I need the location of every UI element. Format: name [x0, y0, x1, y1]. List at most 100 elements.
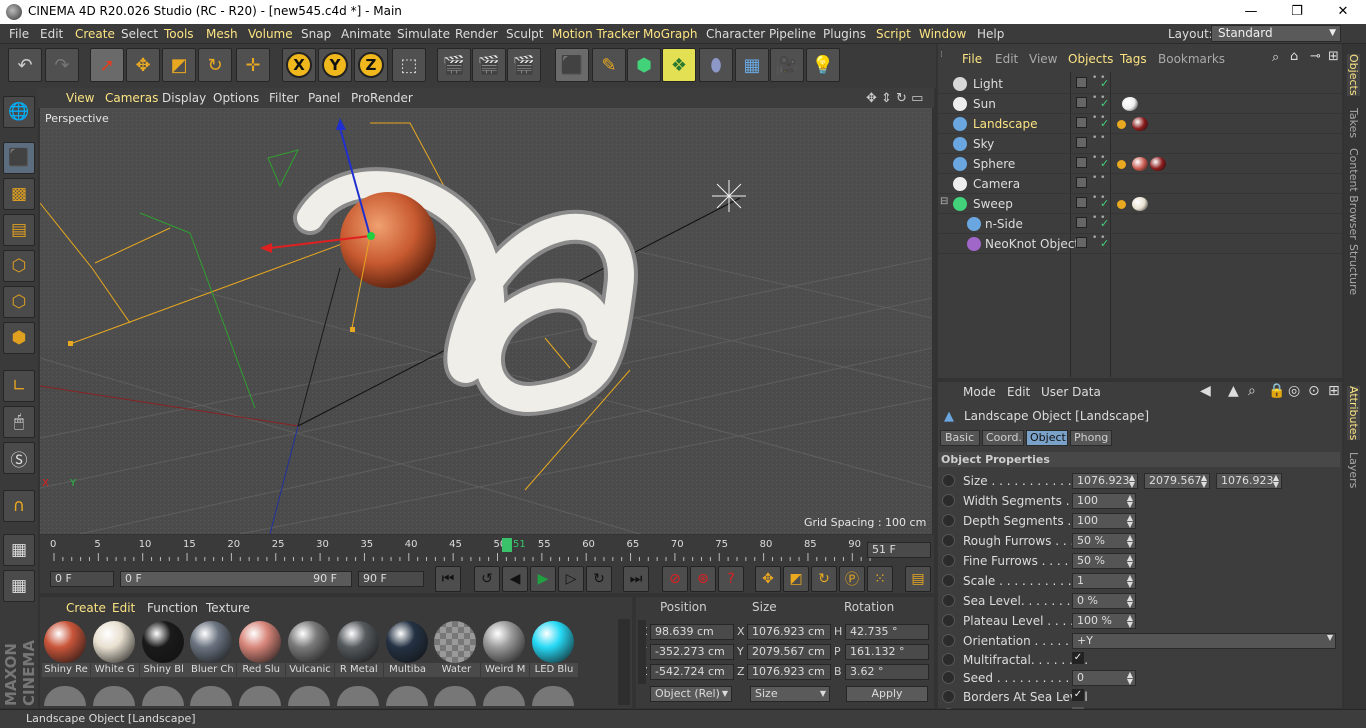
attr-value-field[interactable]: 100 % ▲ ▼ [1072, 613, 1136, 629]
edges-mode-button[interactable]: ⬡ [3, 286, 35, 318]
menu-window[interactable]: Window [919, 27, 966, 41]
material-swatch[interactable]: Weird M [481, 620, 530, 682]
enabled-check-icon[interactable]: ✓ [1100, 197, 1109, 210]
up-arrow-icon[interactable]: ▲ [1228, 383, 1239, 399]
record-active-button[interactable]: ⊘ [662, 566, 688, 592]
start-frame-field[interactable]: 0 F [50, 571, 114, 587]
material-tag-icon[interactable] [1122, 97, 1138, 111]
model-mode-button[interactable]: ⬛ [3, 142, 35, 174]
animation-radio[interactable] [942, 514, 955, 527]
material-scrollbar[interactable] [618, 619, 630, 705]
live-select-button[interactable]: ➚ [90, 48, 124, 82]
side-tab-layers[interactable]: Layers [1347, 452, 1360, 488]
object-menu-view[interactable]: View [1029, 52, 1057, 66]
record-rotation-button[interactable]: ↻ [811, 566, 837, 592]
stepper-arrows-icon[interactable]: ▲ ▼ [1127, 594, 1133, 609]
viewport[interactable]: X Y [40, 108, 932, 534]
size-x-field[interactable]: 1076.923 ▲ ▼ [1072, 473, 1138, 489]
menu-pipeline[interactable]: Pipeline [769, 27, 816, 41]
tab-object[interactable]: Object [1026, 430, 1068, 446]
enabled-check-icon[interactable]: ✓ [1100, 117, 1109, 130]
animation-radio[interactable] [942, 534, 955, 547]
history-icon[interactable]: ⊙ [1308, 383, 1320, 399]
search-icon[interactable]: ⌕ [1272, 50, 1279, 65]
layer-toggle[interactable] [1076, 237, 1087, 248]
side-tab-content-browser[interactable]: Content Browser [1347, 148, 1360, 240]
object-row[interactable]: Sky • • [938, 134, 1342, 154]
keyframe-selection-button[interactable]: ? [718, 566, 744, 592]
attr-value-field[interactable]: 100 ▲ ▼ [1072, 493, 1136, 509]
enabled-check-icon[interactable]: ✓ [1100, 237, 1109, 250]
orientation-select[interactable]: +Y ▼ [1072, 633, 1336, 649]
viewport-menu-filter[interactable]: Filter [269, 91, 299, 105]
menu-tools[interactable]: Tools [164, 27, 194, 41]
deformer-button[interactable]: ⬮ [699, 48, 733, 82]
workplane-grid-button[interactable]: ▦ [3, 570, 35, 602]
object-row[interactable]: NeoKnot Object • • ✓ [938, 234, 1342, 254]
undo-button[interactable]: ↶ [8, 48, 42, 82]
floor-button[interactable]: ▦ [735, 48, 769, 82]
menu-volume[interactable]: Volume [248, 27, 293, 41]
coordinate-system-button[interactable]: ⬚ [392, 48, 426, 82]
phong-tag-icon[interactable] [1117, 120, 1126, 129]
axis-mode-button[interactable]: ∟ [3, 370, 35, 402]
material-swatch[interactable]: Red Slu [237, 620, 286, 682]
object-menu-tags[interactable]: Tags [1120, 52, 1147, 66]
y-axis-button[interactable]: Y [318, 48, 352, 82]
layer-toggle[interactable] [1076, 77, 1087, 88]
next-frame-button[interactable]: ▷ [558, 566, 584, 592]
workplane-button[interactable]: ▤ [3, 214, 35, 246]
close-button[interactable]: ✕ [1320, 0, 1366, 24]
coord-rotation-field[interactable]: 42.735 ° [845, 624, 929, 640]
light-button[interactable]: 💡 [806, 48, 840, 82]
menu-edit[interactable]: Edit [40, 27, 63, 41]
texture-mode-button[interactable]: ▩ [3, 178, 35, 210]
record-parameter-button[interactable]: Ⓟ [839, 566, 865, 592]
viewport-menu-cameras[interactable]: Cameras [105, 91, 158, 105]
layout-select[interactable]: Standard ▼ [1211, 25, 1341, 42]
animation-radio[interactable] [942, 690, 955, 703]
menu-animate[interactable]: Animate [341, 27, 391, 41]
minimize-button[interactable]: — [1228, 0, 1274, 24]
end-frame-field[interactable]: 90 F [358, 571, 424, 587]
menu-create[interactable]: Create [75, 27, 115, 41]
material-menu-edit[interactable]: Edit [112, 601, 135, 615]
viewport-nav-icons[interactable]: ✥ ⇕ ↻ ▭ [866, 91, 923, 106]
side-tab-takes[interactable]: Takes [1347, 108, 1360, 138]
magnet-button[interactable]: ∩ [3, 490, 35, 522]
material-swatch[interactable]: LED Blu [530, 620, 578, 682]
object-row[interactable]: Light • • ✓ [938, 74, 1342, 94]
layer-toggle[interactable] [1076, 137, 1087, 148]
side-tab-attributes[interactable]: Attributes [1347, 386, 1360, 441]
preview-range-slider[interactable]: 0 F 90 F [120, 571, 352, 587]
animation-radio[interactable] [942, 494, 955, 507]
go-to-end-button[interactable]: ⏭ [623, 566, 649, 592]
layer-toggle[interactable] [1076, 97, 1087, 108]
points-mode-button[interactable]: ⬡ [3, 250, 35, 282]
material-menu-texture[interactable]: Texture [206, 601, 250, 615]
stepper-arrows-icon[interactable]: ▼ [1327, 634, 1333, 642]
material-swatch[interactable]: White G [90, 620, 139, 682]
link-icon[interactable]: ⊸ [1310, 49, 1321, 64]
next-key-button[interactable]: ↻ [586, 566, 612, 592]
recent-tools-button[interactable]: ✛ [236, 48, 270, 82]
material-swatch[interactable]: Multiba [383, 620, 432, 682]
coord-size-field[interactable]: 2079.567 cm [747, 644, 831, 660]
viewport-menu-prorender[interactable]: ProRender [351, 91, 413, 105]
seed-field[interactable]: 0 ▲ ▼ [1072, 670, 1136, 686]
menu-plugins[interactable]: Plugins [823, 27, 866, 41]
subdivision-button[interactable]: ⬢ [627, 48, 661, 82]
animation-radio[interactable] [942, 614, 955, 627]
search-icon[interactable]: ⌕ [1248, 383, 1256, 399]
object-row[interactable]: Sun • • ✓ [938, 94, 1342, 114]
attr-value-field[interactable]: 50 % ▲ ▼ [1072, 553, 1136, 569]
timeline-window-button[interactable]: ▤ [905, 566, 931, 592]
move-button[interactable]: ✥ [126, 48, 160, 82]
menu-mesh[interactable]: Mesh [206, 27, 238, 41]
maximize-button[interactable]: ❐ [1274, 0, 1320, 24]
record-position-button[interactable]: ✥ [755, 566, 781, 592]
material-swatch[interactable]: Shiny Bl [139, 620, 188, 682]
stepper-arrows-icon[interactable]: ▲ ▼ [1127, 574, 1133, 589]
rotate-button[interactable]: ↻ [198, 48, 232, 82]
viewport-menu-view[interactable]: View [66, 91, 94, 105]
